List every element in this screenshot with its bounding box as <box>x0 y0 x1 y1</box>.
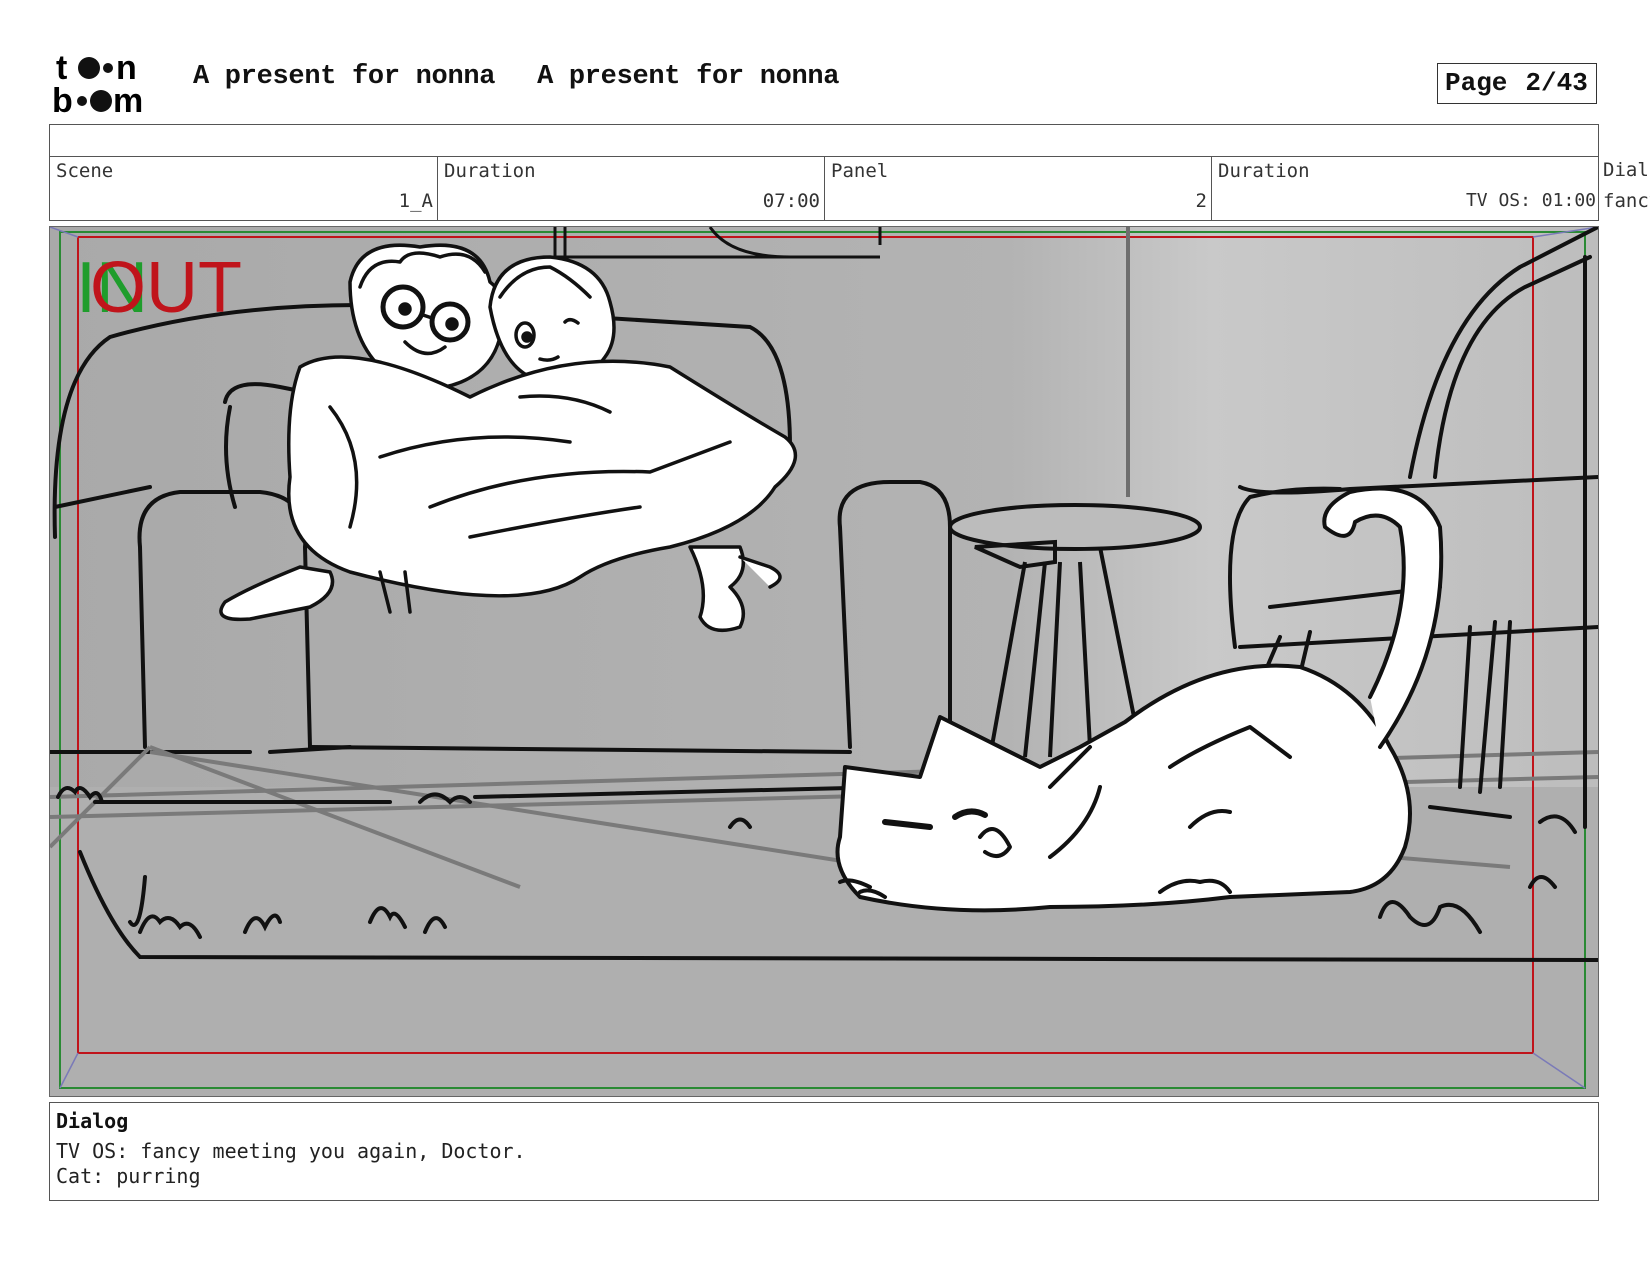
panel-label: Panel <box>831 160 889 182</box>
scene-duration-label: Duration <box>444 160 536 182</box>
panel-value: 2 <box>1195 190 1207 212</box>
panel-sketch: IN OUT <box>50 227 1598 1096</box>
storyboard-panel: IN OUT <box>49 226 1599 1097</box>
scene-cell: Scene 1_A <box>50 157 438 220</box>
dialog-line: TV OS: fancy meeting you again, Doctor. <box>56 1139 526 1163</box>
header-titles: A present for nonna A present for nonna <box>193 62 840 92</box>
svg-text:b: b <box>52 82 73 118</box>
header-band <box>49 124 1599 156</box>
dialog-box: Dialog TV OS: fancy meeting you again, D… <box>49 1102 1599 1201</box>
dialog-heading: Dialog <box>56 1109 129 1133</box>
toon-boom-logo: t n b m <box>52 49 172 120</box>
panel-duration-label: Duration <box>1218 160 1310 182</box>
panel-cell: Panel 2 <box>825 157 1212 220</box>
project-title: A present for nonna <box>193 62 496 92</box>
page-label: Page <box>1445 68 1508 98</box>
dialog-column-label: Dial <box>1603 159 1649 181</box>
panel-duration-value: TV OS: 01:00 <box>1465 190 1596 211</box>
info-bar: Scene 1_A Duration 07:00 Panel 2 Duratio… <box>49 156 1599 221</box>
episode-title: A present for nonna <box>537 62 840 92</box>
dialog-column-cut: Dial fancy <box>1603 159 1650 212</box>
scene-label: Scene <box>56 160 114 182</box>
dialog-column-value: fancy <box>1603 190 1650 212</box>
scene-duration-cell: Duration 07:00 <box>438 157 825 220</box>
svg-text:m: m <box>113 82 143 118</box>
page-number: 2/43 <box>1525 68 1588 98</box>
out-marker: OUT <box>90 248 242 328</box>
scene-duration-value: 07:00 <box>762 190 820 212</box>
page-indicator: Page 2/43 <box>1437 63 1597 104</box>
dialog-line: Cat: purring <box>56 1164 201 1188</box>
panel-duration-cell: Duration TV OS: 01:00 <box>1212 157 1600 220</box>
scene-value: 1_A <box>398 190 433 212</box>
